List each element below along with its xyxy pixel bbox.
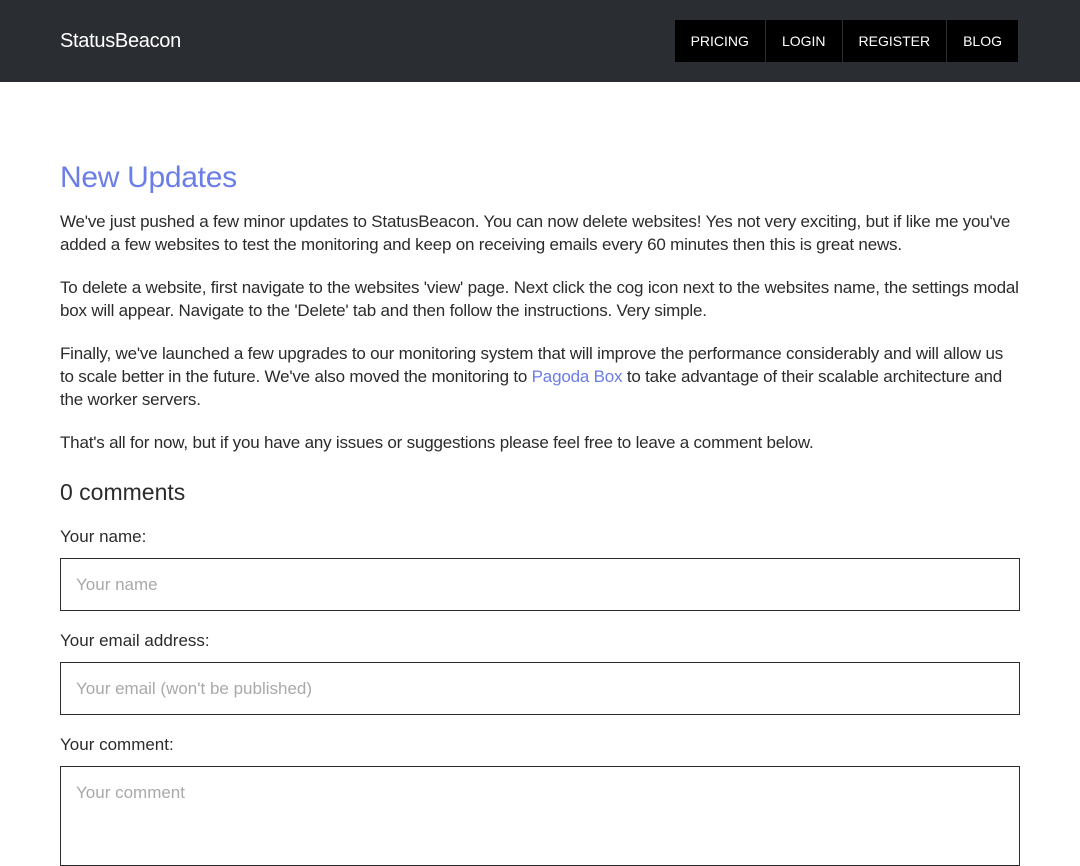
- name-label: Your name:: [60, 527, 147, 546]
- pagoda-box-link[interactable]: Pagoda Box: [532, 367, 623, 386]
- email-input[interactable]: [60, 662, 1020, 715]
- post-paragraph-3: Finally, we've launched a few upgrades t…: [60, 342, 1020, 411]
- comments-count-heading: 0 comments: [60, 479, 186, 505]
- post-body: We've just pushed a few minor updates to…: [60, 210, 1020, 474]
- nav-link-login[interactable]: LOGIN: [764, 20, 842, 62]
- post-title: New Updates: [60, 161, 237, 194]
- nav-link-register[interactable]: REGISTER: [841, 20, 947, 62]
- name-input[interactable]: [60, 558, 1020, 611]
- comment-textarea[interactable]: [60, 766, 1020, 866]
- nav-link-pricing[interactable]: PRICING: [675, 20, 765, 62]
- email-label: Your email address:: [60, 631, 210, 650]
- comment-label: Your comment:: [60, 735, 174, 754]
- nav-link-blog[interactable]: BLOG: [946, 20, 1018, 62]
- brand-logo-text[interactable]: StatusBeacon: [60, 28, 181, 54]
- top-navbar: StatusBeacon PRICING LOGIN REGISTER BLOG: [0, 0, 1080, 82]
- post-paragraph-2: To delete a website, first navigate to t…: [60, 278, 1019, 320]
- main-nav: PRICING LOGIN REGISTER BLOG: [674, 20, 1018, 62]
- post-paragraph-4: That's all for now, but if you have any …: [60, 433, 814, 452]
- post-paragraph-1: We've just pushed a few minor updates to…: [60, 212, 1011, 254]
